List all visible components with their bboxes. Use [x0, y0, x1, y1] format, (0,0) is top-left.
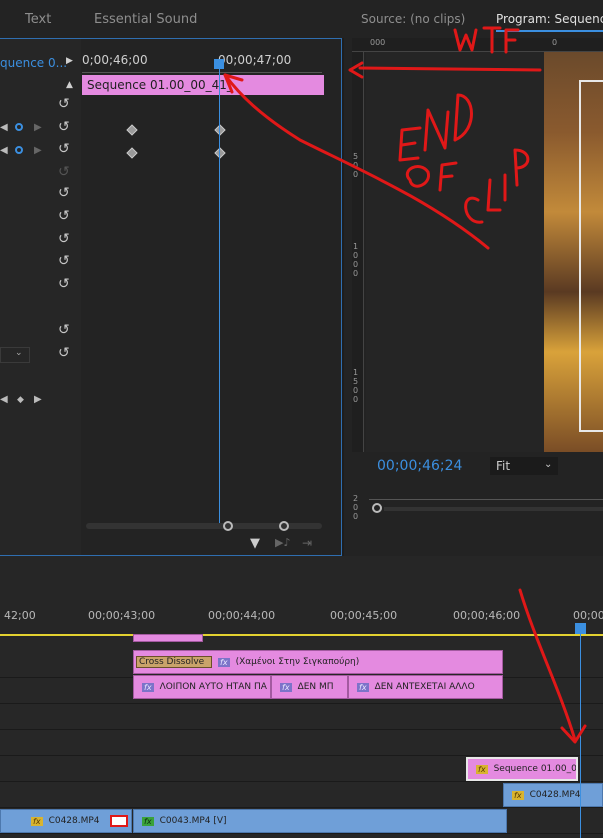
timeline-arrow-line: [518, 588, 577, 742]
annotation-text-end: [398, 93, 473, 162]
annotation-arrow-line: [358, 66, 542, 72]
red-annotation-overlay: [223, 26, 587, 744]
annotation-text-of: [405, 161, 458, 192]
annotation-arrow-head: [348, 61, 364, 79]
annotation-text-clip: [464, 148, 530, 224]
annotation-arrow-curve: [223, 73, 490, 250]
annotation-text-wtf: [453, 26, 520, 54]
